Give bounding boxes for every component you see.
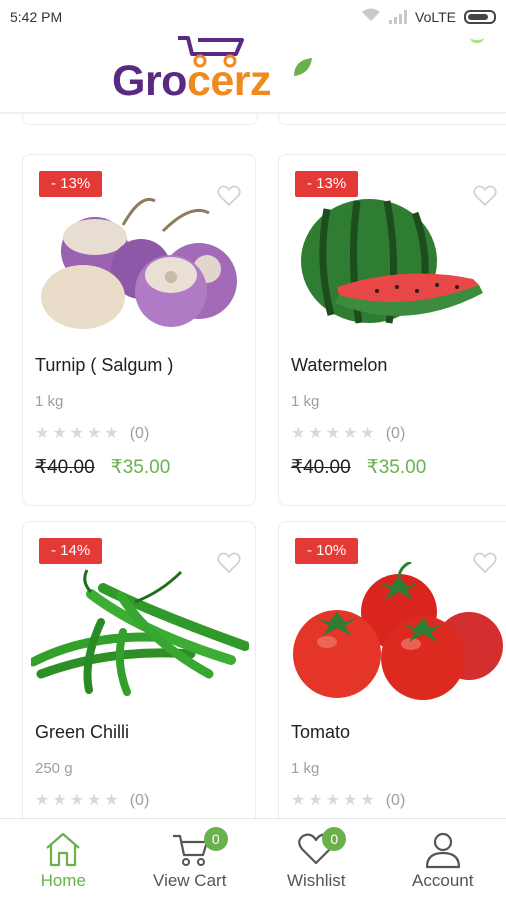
nav-home[interactable]: Home [0,819,127,901]
rating-count: (0) [130,425,150,443]
wishlist-heart-icon[interactable] [217,552,241,574]
header-accent-mark [470,34,484,43]
product-card-green-chilli[interactable]: - 14% Green Chilli 250 g ★ ★ ★ ★ ★ (0) [22,521,256,818]
product-name[interactable]: Watermelon [291,355,387,376]
cart-icon [171,831,209,867]
product-quantity: 250 g [35,760,73,777]
discount-badge: - 13% [39,171,102,197]
product-name[interactable]: Tomato [291,722,350,743]
star-icon: ★ [308,792,322,810]
logo-part-cerz: cerz [187,57,271,105]
rating-count: (0) [386,792,406,810]
status-icons: VoLTE [361,8,496,26]
star-icon: ★ [104,792,118,810]
star-icon: ★ [308,425,322,443]
original-price: ₹40.00 [35,456,95,479]
tomato-image [287,562,505,700]
star-icon: ★ [70,792,84,810]
person-icon [424,831,462,869]
price-row: ₹40.00 ₹35.00 [35,456,170,479]
product-quantity: 1 kg [291,760,319,777]
star-icon: ★ [87,792,101,810]
discount-badge: - 13% [295,171,358,197]
nav-view-cart-label: View Cart [127,871,254,891]
rating-count: (0) [130,792,150,810]
app-header: Grocerz [0,34,506,113]
product-quantity: 1 kg [291,393,319,410]
battery-icon [464,10,496,24]
star-icon: ★ [52,425,66,443]
discount-badge: - 14% [39,538,102,564]
leaf-icon [292,56,314,78]
network-label: VoLTE [415,9,456,25]
star-icon: ★ [87,425,101,443]
previous-card-left [22,112,258,125]
rating-stars: ★ ★ ★ ★ ★ (0) [35,425,149,443]
sale-price: ₹35.00 [367,456,427,479]
star-icon: ★ [35,425,49,443]
rating-count: (0) [386,425,406,443]
star-icon: ★ [35,792,49,810]
nav-account-label: Account [380,871,506,891]
logo-part-gro: Gro [112,57,187,105]
wifi-icon [361,8,381,26]
star-icon: ★ [360,792,374,810]
watermelon-image [287,195,505,333]
star-icon: ★ [326,792,340,810]
star-icon: ★ [104,425,118,443]
star-icon: ★ [343,792,357,810]
star-icon: ★ [291,425,305,443]
signal-icon [389,10,407,24]
cart-count-badge: 0 [204,827,228,851]
product-name[interactable]: Green Chilli [35,722,129,743]
status-time: 5:42 PM [10,9,62,25]
grocerz-logo[interactable]: Grocerz [110,34,315,112]
green-chilli-image [31,562,249,700]
wishlist-heart-icon[interactable] [473,185,497,207]
wishlist-count-badge: 0 [322,827,346,851]
product-card-watermelon[interactable]: - 13% Watermelon 1 kg ★ ★ ★ ★ ★ (0) ₹40.… [278,154,506,506]
star-icon: ★ [360,425,374,443]
star-icon: ★ [343,425,357,443]
star-icon: ★ [70,425,84,443]
nav-wishlist[interactable]: 0 Wishlist [253,819,380,901]
sale-price: ₹35.00 [111,456,171,479]
wishlist-heart-icon[interactable] [217,185,241,207]
bottom-navigation: Home 0 View Cart 0 Wishlist Account [0,818,506,901]
product-card-turnip[interactable]: - 13% Turnip ( Salgum ) 1 kg ★ ★ ★ ★ ★ (… [22,154,256,506]
logo-wordmark: Grocerz [112,56,271,106]
nav-view-cart[interactable]: 0 View Cart [127,819,254,901]
nav-account[interactable]: Account [380,819,506,901]
rating-stars: ★ ★ ★ ★ ★ (0) [291,425,405,443]
price-row: ₹40.00 ₹35.00 [291,456,426,479]
original-price: ₹40.00 [291,456,351,479]
rating-stars: ★ ★ ★ ★ ★ (0) [291,792,405,810]
previous-card-right [278,112,506,125]
product-card-tomato[interactable]: - 10% Tomato 1 kg ★ ★ ★ ★ ★ (0) [278,521,506,818]
nav-home-label: Home [0,871,127,891]
home-icon [44,831,82,867]
discount-badge: - 10% [295,538,358,564]
rating-stars: ★ ★ ★ ★ ★ (0) [35,792,149,810]
product-grid[interactable]: - 13% Turnip ( Salgum ) 1 kg ★ ★ ★ ★ ★ (… [0,112,506,818]
product-quantity: 1 kg [35,393,63,410]
star-icon: ★ [326,425,340,443]
star-icon: ★ [52,792,66,810]
turnip-image [31,195,249,333]
wishlist-heart-icon[interactable] [473,552,497,574]
product-name[interactable]: Turnip ( Salgum ) [35,355,173,376]
status-bar: 5:42 PM VoLTE [0,0,506,34]
star-icon: ★ [291,792,305,810]
nav-wishlist-label: Wishlist [253,871,380,891]
